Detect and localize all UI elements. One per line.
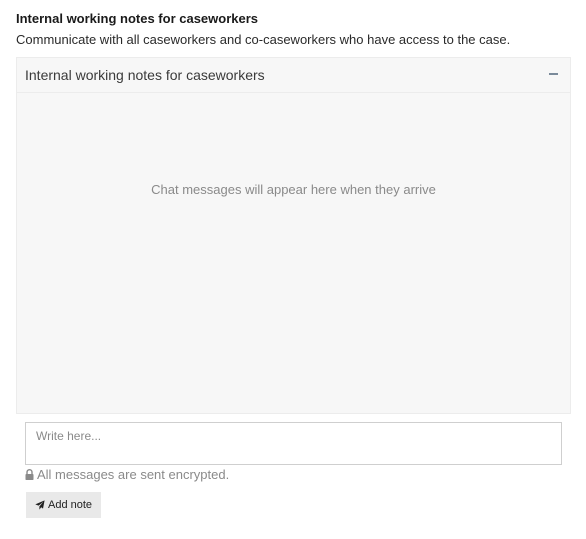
add-note-button[interactable]: Add note — [26, 492, 102, 518]
notes-panel: Internal working notes for caseworkers C… — [16, 57, 571, 414]
add-note-label: Add note — [48, 499, 93, 511]
section-title: Internal working notes for caseworkers — [16, 11, 259, 26]
collapse-button[interactable] — [544, 64, 562, 84]
encryption-notice-text: All messages are sent encrypted. — [37, 466, 230, 482]
encryption-notice: All messages are sent encrypted. — [25, 466, 229, 482]
empty-chat-message: Chat messages will appear here when they… — [151, 182, 436, 197]
send-icon — [35, 500, 45, 510]
note-input[interactable] — [25, 422, 562, 465]
notes-panel-title: Internal working notes for caseworkers — [25, 67, 265, 83]
minus-icon — [548, 73, 558, 75]
lock-icon — [25, 468, 34, 480]
section-description: Communicate with all caseworkers and co-… — [16, 32, 511, 47]
notes-panel-header[interactable]: Internal working notes for caseworkers — [17, 58, 570, 93]
